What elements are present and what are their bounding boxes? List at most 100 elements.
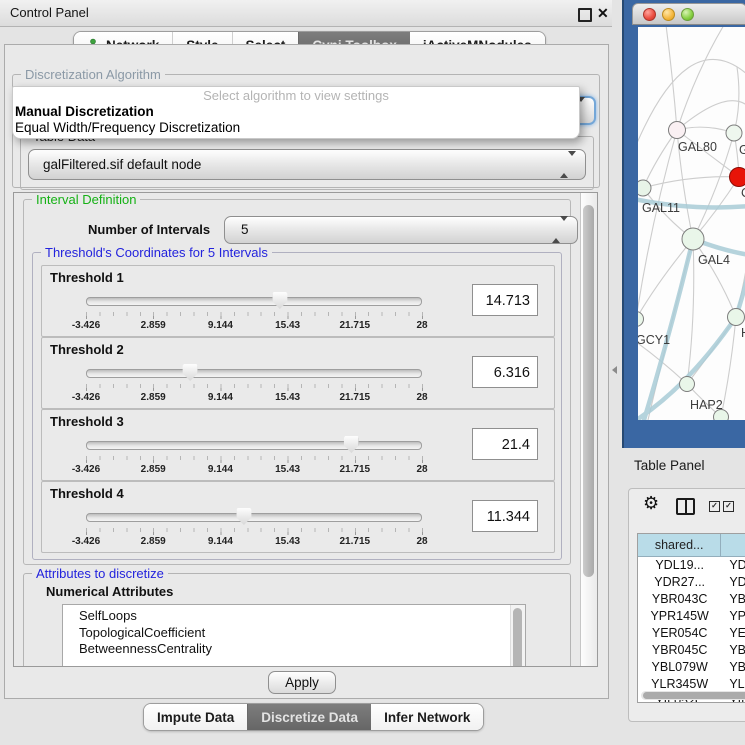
node-h xyxy=(728,309,745,326)
checkbox-icon[interactable]: ✓ xyxy=(723,501,734,512)
threshold-slider[interactable] xyxy=(86,508,422,525)
svg-text:H: H xyxy=(741,326,745,340)
list-item[interactable]: BetweennessCentrality xyxy=(63,641,525,658)
close-traffic-light[interactable] xyxy=(643,8,656,21)
table-data-selected-value: galFiltered.sif default node xyxy=(29,150,585,179)
slider-track[interactable] xyxy=(86,441,422,450)
maximize-traffic-light[interactable] xyxy=(681,8,694,21)
threshold-value-field[interactable]: 14.713 xyxy=(472,284,538,316)
number-of-intervals-value: 5 xyxy=(225,217,577,243)
tab-impute-data[interactable]: Impute Data xyxy=(144,704,247,730)
threshold-label: Threshold 3 xyxy=(50,414,124,429)
algorithm-dropdown: Select algorithm to view settings Manual… xyxy=(12,86,580,139)
gear-icon[interactable]: ⚙ xyxy=(643,493,659,514)
float-window-icon[interactable] xyxy=(578,8,592,22)
dropdown-option-equal-width[interactable]: Equal Width/Frequency Discretization xyxy=(13,120,579,136)
network-window-titlebar xyxy=(632,3,745,25)
group-title: Discretization Algorithm xyxy=(21,67,165,82)
table-row[interactable]: YBL079WYBL0 xyxy=(638,659,745,676)
panel-title: Control Panel xyxy=(10,0,89,26)
tab-label: Impute Data xyxy=(157,710,234,725)
slider-minor-ticks xyxy=(86,384,423,388)
slider-minor-ticks xyxy=(86,528,423,532)
table-row[interactable]: YDR27...YDR2 xyxy=(638,574,745,591)
threshold-value-field[interactable]: 6.316 xyxy=(472,356,538,388)
slider-scale: -3.426 2.859 9.144 15.43 21.715 28 xyxy=(86,320,422,332)
node-hap2 xyxy=(680,377,695,392)
apply-button[interactable]: Apply xyxy=(268,671,336,694)
tab-label: Infer Network xyxy=(384,710,470,725)
attributes-group: Attributes to discretize Numerical Attri… xyxy=(23,573,571,667)
threshold-value-field[interactable]: 11.344 xyxy=(472,500,538,532)
threshold-panel: Threshold 4 -3.426 2.859 9.144 15.43 21.… xyxy=(41,481,555,553)
column-header-name[interactable]: na xyxy=(721,534,745,557)
table-panel: Table Panel ⚙ ✓ ✓ shared... na YDL19...Y… xyxy=(622,448,745,745)
settings-scrollbar[interactable] xyxy=(580,193,597,666)
threshold-label: Threshold 4 xyxy=(50,486,124,501)
threshold-panel: Threshold 2 -3.426 2.859 9.144 15.43 21.… xyxy=(41,337,555,409)
list-item[interactable]: TopologicalCoefficient xyxy=(63,625,525,642)
node-ga xyxy=(726,125,742,141)
tab-label: Discretize Data xyxy=(261,710,358,725)
network-window: GAL80 GA C GAL11 GAL4 GCY1 H HAP2 xyxy=(622,0,745,448)
table-row[interactable]: YBR043CYBR0 xyxy=(638,591,745,608)
group-title: Attributes to discretize xyxy=(32,566,168,581)
list-scrollbar[interactable] xyxy=(510,605,525,667)
split-columns-icon[interactable] xyxy=(676,498,695,515)
table-panel-title: Table Panel xyxy=(634,448,705,484)
interval-definition-group: Interval Definition Number of Intervals … xyxy=(23,199,571,565)
network-canvas[interactable]: GAL80 GA C GAL11 GAL4 GCY1 H HAP2 xyxy=(638,27,745,420)
table-row[interactable]: YER054CYER0 xyxy=(638,625,745,642)
table-row[interactable]: YDL19...YDL1 xyxy=(638,557,745,574)
app-root: Control Panel ✕ Network Style Select Cyn… xyxy=(0,0,745,745)
slider-thumb[interactable] xyxy=(183,364,198,381)
stepper-arrows-icon xyxy=(552,221,568,239)
threshold-slider[interactable] xyxy=(86,436,422,453)
column-header-shared-name[interactable]: shared... xyxy=(638,534,721,557)
slider-track[interactable] xyxy=(86,369,422,378)
tab-infer-network[interactable]: Infer Network xyxy=(371,704,483,730)
threshold-value-field[interactable]: 21.4 xyxy=(472,428,538,460)
thresholds-group: Threshold's Coordinates for 5 Intervals … xyxy=(32,252,562,560)
numerical-attributes-label: Numerical Attributes xyxy=(46,584,173,599)
scrollbar-thumb[interactable] xyxy=(583,205,594,577)
slider-scale: -3.426 2.859 9.144 15.43 21.715 28 xyxy=(86,392,422,404)
scrollbar-thumb[interactable] xyxy=(643,692,745,699)
table-panel-body: ⚙ ✓ ✓ shared... na YDL19...YDL1 YDR27...… xyxy=(628,488,745,722)
cyni-mode-tabs: Impute Data Discretize Data Infer Networ… xyxy=(143,703,484,731)
checkbox-icon[interactable]: ✓ xyxy=(709,501,720,512)
dropdown-option-manual[interactable]: Manual Discretization xyxy=(13,104,579,120)
threshold-slider[interactable] xyxy=(86,292,422,309)
node-gal80 xyxy=(669,122,686,139)
table-horizontal-scrollbar[interactable] xyxy=(641,691,745,700)
group-title: Threshold's Coordinates for 5 Intervals xyxy=(41,245,272,260)
settings-scroll-area: Interval Definition Number of Intervals … xyxy=(13,192,598,667)
slider-minor-ticks xyxy=(86,312,423,316)
minimize-traffic-light[interactable] xyxy=(662,8,675,21)
slider-thumb[interactable] xyxy=(236,508,251,525)
table-data-select[interactable]: galFiltered.sif default node xyxy=(28,149,586,180)
svg-text:GAL80: GAL80 xyxy=(678,140,717,154)
table-row[interactable]: YPR145WYPR1 xyxy=(638,608,745,625)
panel-divider-grip[interactable] xyxy=(612,366,617,374)
tab-discretize-data[interactable]: Discretize Data xyxy=(247,704,371,730)
table-row[interactable]: YBR045CYBR0 xyxy=(638,642,745,659)
slider-thumb[interactable] xyxy=(344,436,359,453)
close-icon[interactable]: ✕ xyxy=(597,4,609,22)
numerical-attributes-list[interactable]: SelfLoops TopologicalCoefficient Between… xyxy=(62,604,526,667)
slider-track[interactable] xyxy=(86,513,422,522)
threshold-panel: Threshold 1 -3.426 2.859 9.144 15.43 21.… xyxy=(41,265,555,337)
svg-text:GCY1: GCY1 xyxy=(638,333,670,347)
list-item[interactable]: SelfLoops xyxy=(63,605,525,625)
network-edges xyxy=(638,27,745,420)
threshold-label: Threshold 2 xyxy=(50,342,124,357)
number-of-intervals-label: Number of Intervals xyxy=(88,222,210,237)
threshold-slider[interactable] xyxy=(86,364,422,381)
slider-track[interactable] xyxy=(86,297,422,306)
svg-text:GAL4: GAL4 xyxy=(698,253,730,267)
slider-thumb[interactable] xyxy=(272,292,287,309)
table-panel-titlebar: Table Panel xyxy=(622,448,745,484)
number-of-intervals-select[interactable]: 5 xyxy=(224,216,578,244)
node-selected-red xyxy=(730,168,745,187)
threshold-label: Threshold 1 xyxy=(50,270,124,285)
